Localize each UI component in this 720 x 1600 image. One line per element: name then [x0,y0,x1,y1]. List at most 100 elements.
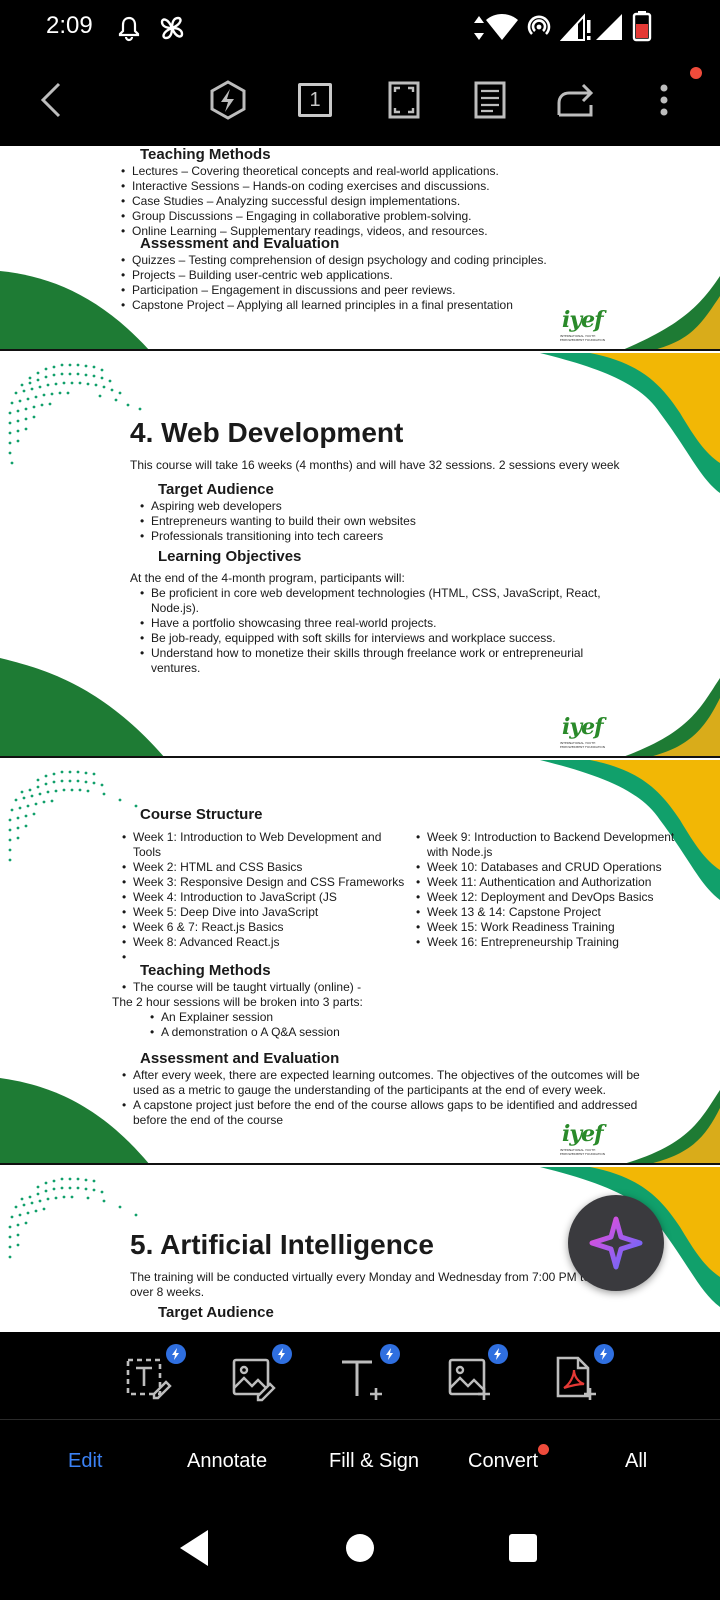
target-audience-heading: Target Audience [158,481,274,498]
document-page: Course Structure Week 1: Introduction to… [0,760,720,1165]
share-icon [557,83,594,117]
bottom-tab-bar: Edit Annotate Fill & Sign Convert All [0,1420,720,1510]
tab-annotate[interactable]: Annotate [187,1450,267,1473]
document-viewer[interactable]: Teaching Methods Lectures – Covering the… [0,146,720,1332]
share-button[interactable] [552,76,600,124]
edit-text-icon [126,1358,172,1400]
tab-convert[interactable]: Convert [468,1450,538,1473]
logo-subtitle: INTERNATIONAL YOUTH EMPOWERMENT FOUNDATI… [560,1148,606,1156]
bolt-icon [600,1348,607,1360]
list-item: Participation – Engagement in discussion… [121,283,685,298]
back-icon [40,82,61,118]
list-item: Week 2: HTML and CSS Basics [122,860,407,875]
teaching-methods-heading: Teaching Methods [140,962,271,979]
list-item: Be proficient in core web development te… [140,586,620,616]
reading-mode-icon [474,81,506,119]
list-item: A demonstration o A Q&A session [150,1025,692,1040]
status-time: 2:09 [46,12,93,39]
list-item: Lectures – Covering theoretical concepts… [121,164,685,179]
iyef-logo: iyef INTERNATIONAL YOUTH EMPOWERMENT FOU… [556,714,608,752]
page-number-button[interactable]: 1 [290,76,338,124]
teaching-parts-list: An Explainer session A demonstration o A… [150,1010,692,1040]
signal-no-data-icon [560,13,591,41]
add-pdf-tool[interactable] [552,1344,614,1402]
list-item: Group Discussions – Engaging in collabor… [121,209,685,224]
learning-objectives-heading: Learning Objectives [158,548,302,565]
page3-content: Course Structure Week 1: Introduction to… [112,806,692,1128]
weeks-left-list: Week 1: Introduction to Web Development … [122,830,407,965]
list-item: Case Studies – Analyzing successful desi… [121,194,685,209]
notification-bell-icon [118,16,140,42]
intro-text: This course will take 16 weeks (4 months… [130,458,620,472]
add-image-icon [448,1358,490,1400]
objectives-intro: At the end of the 4-month program, parti… [130,571,405,585]
list-item: Week 8: Advanced React.js [122,935,407,950]
notification-dot [690,67,702,79]
course-structure-heading: Course Structure [140,806,263,823]
bolt-icon [172,1348,179,1360]
teaching-methods-list: The course will be taught virtually (onl… [122,980,692,995]
edit-tools-bar [0,1332,720,1420]
assessment-list: Quizzes – Testing comprehension of desig… [121,253,685,313]
bolt-icon [278,1348,285,1360]
recents-square-icon[interactable] [507,1532,539,1564]
objectives-list: Be proficient in core web development te… [140,586,620,676]
bolt-badge [594,1344,614,1364]
course-structure-columns: Week 1: Introduction to Web Development … [112,830,692,965]
list-item: Week 9: Introduction to Backend Developm… [416,830,686,860]
add-pdf-icon [556,1356,596,1400]
tab-fill-sign[interactable]: Fill & Sign [329,1450,419,1473]
ai-tools-button[interactable] [204,76,252,124]
wifi-icon [486,14,518,40]
tab-edit[interactable]: Edit [68,1450,102,1473]
ai-assistant-button[interactable] [568,1195,664,1291]
list-item: Quizzes – Testing comprehension of desig… [121,253,685,268]
back-triangle-icon[interactable] [176,1528,212,1568]
bolt-badge [166,1344,186,1364]
teaching-parts-intro: The 2 hour sessions will be broken into … [112,995,363,1009]
more-icon [660,84,668,116]
list-item: Professionals transitioning into tech ca… [140,529,710,544]
convert-notification-dot [538,1444,549,1455]
list-item: Week 6 & 7: React.js Basics [122,920,407,935]
teaching-methods-list: Lectures – Covering theoretical concepts… [121,164,685,239]
logo-text: iyef [562,307,604,333]
list-item: The course will be taught virtually (onl… [122,980,692,995]
document-page: Teaching Methods Lectures – Covering the… [0,146,720,351]
page1-content: Teaching Methods Lectures – Covering the… [121,146,685,313]
list-item: Aspiring web developers [140,499,710,514]
list-item: Interactive Sessions – Hands-on coding e… [121,179,685,194]
back-button[interactable] [28,76,76,124]
list-item: An Explainer session [150,1010,692,1025]
bolt-badge [380,1344,400,1364]
fan-icon [160,16,184,40]
ai-assistant-icon [589,1216,643,1270]
logo-text: iyef [562,714,604,740]
status-bar: 2:09 [0,0,720,56]
system-nav-bar [0,1510,720,1600]
ai-bolt-icon [210,80,246,120]
list-item: Online Learning – Supplementary readings… [121,224,685,239]
list-item: Have a portfolio showcasing three real-w… [140,616,620,631]
bolt-badge [488,1344,508,1364]
fullscreen-button[interactable] [380,76,428,124]
add-image-tool[interactable] [446,1344,508,1402]
assessment-list: After every week, there are expected lea… [122,1068,662,1128]
home-circle-icon[interactable] [344,1532,376,1564]
bolt-badge [272,1344,292,1364]
tab-all[interactable]: All [625,1450,647,1473]
fullscreen-icon [388,81,420,119]
list-item: Week 10: Databases and CRUD Operations [416,860,686,875]
logo-subtitle: INTERNATIONAL YOUTH EMPOWERMENT FOUNDATI… [560,334,606,342]
assessment-heading: Assessment and Evaluation [140,1050,340,1067]
edit-image-tool[interactable] [230,1344,292,1402]
reading-mode-button[interactable] [466,76,514,124]
more-button[interactable] [640,76,688,124]
page-number-icon: 1 [298,83,332,117]
iyef-logo: iyef INTERNATIONAL YOUTH EMPOWERMENT FOU… [556,307,608,345]
weeks-right-list: Week 9: Introduction to Backend Developm… [416,830,686,950]
page2-content: 4. Web Development This course will take… [130,417,710,676]
add-text-tool[interactable] [338,1344,400,1402]
edit-text-tool[interactable] [124,1344,186,1402]
list-item: Week 16: Entrepreneurship Training [416,935,686,950]
